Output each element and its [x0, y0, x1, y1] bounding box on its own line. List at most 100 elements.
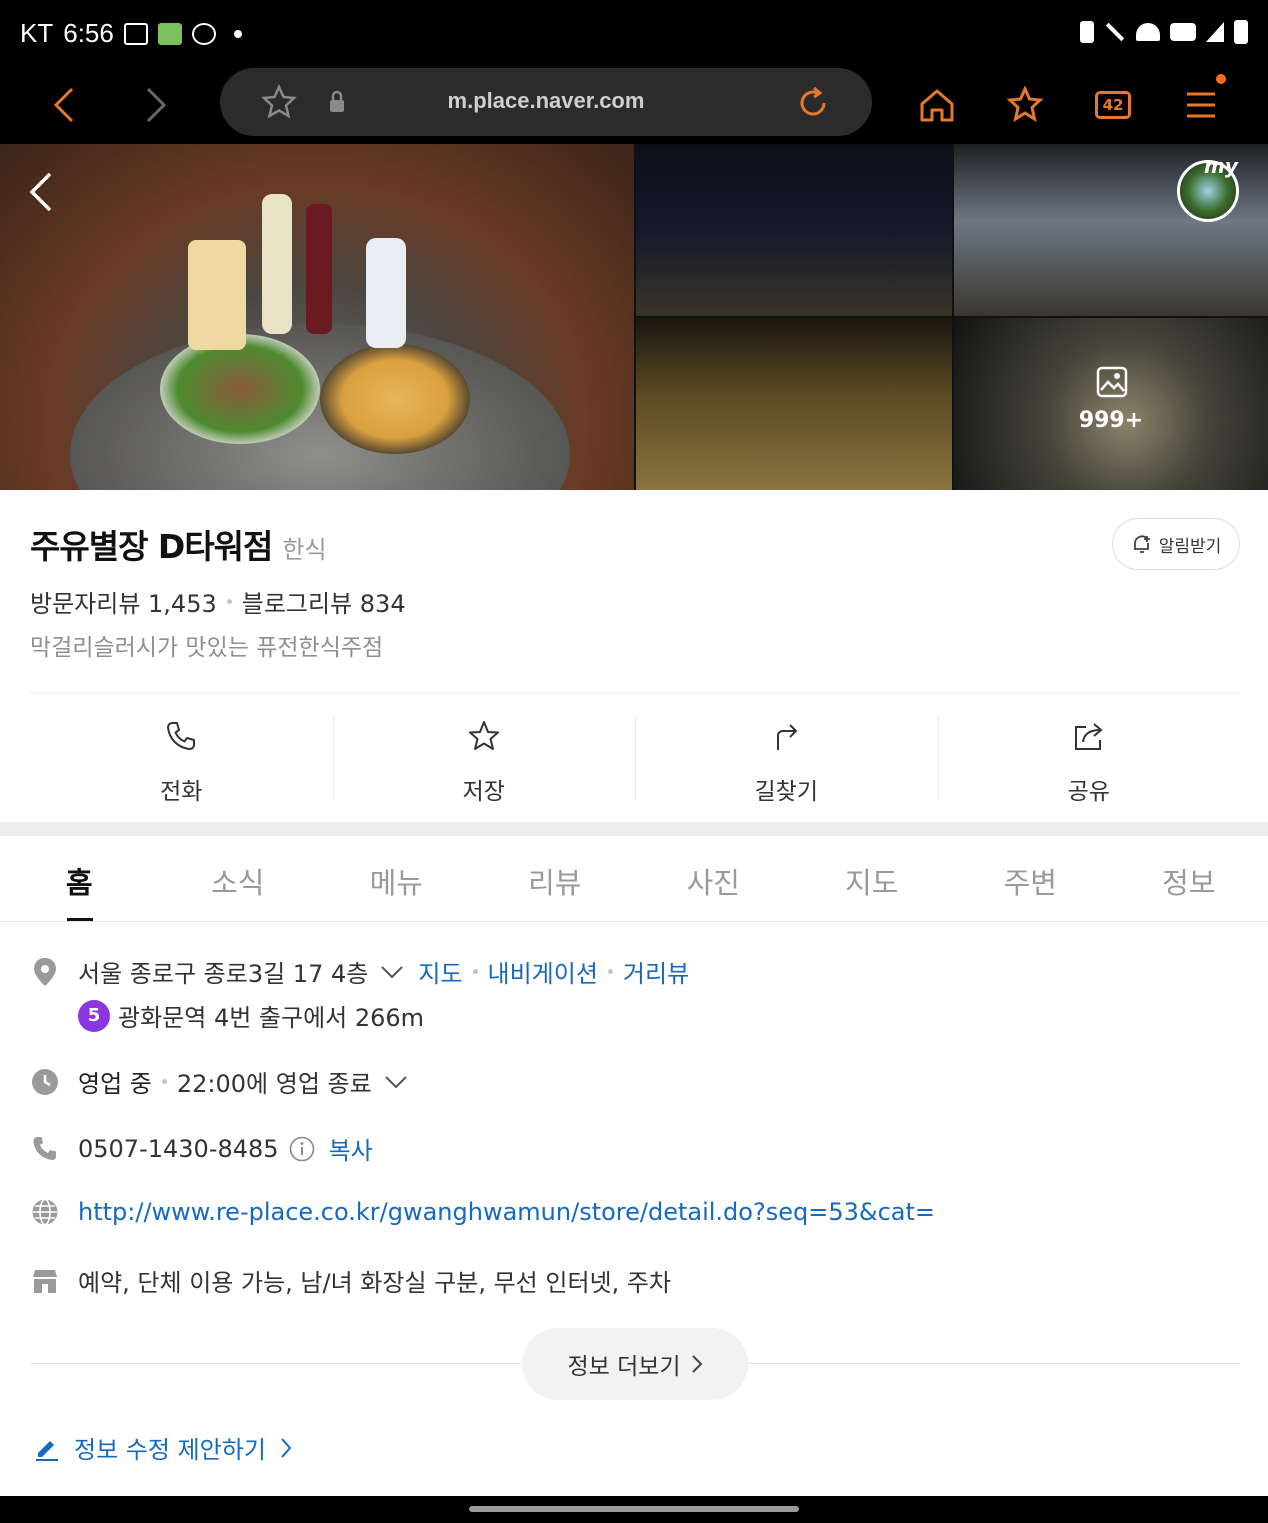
more-notifications-icon	[233, 29, 242, 38]
signal-icon	[1206, 22, 1224, 42]
alarm-button[interactable]: 알림받기	[1112, 518, 1240, 570]
bottle	[366, 238, 406, 348]
copy-button[interactable]: 복사	[329, 1131, 373, 1166]
tab-home[interactable]: 홈	[0, 836, 159, 921]
globe-icon	[30, 1197, 60, 1227]
navigation-link[interactable]: 내비게이션	[488, 954, 598, 989]
separator-dot	[161, 1079, 167, 1084]
tabs-icon: 42	[1095, 91, 1131, 119]
separator-dot	[472, 969, 478, 974]
home-icon	[920, 89, 954, 122]
reload-icon[interactable]	[794, 84, 832, 122]
subway-line-badge: 5	[78, 999, 110, 1032]
chevron-down-icon[interactable]	[384, 1074, 408, 1090]
phone-icon	[30, 1134, 60, 1164]
tab-bar: 홈 소식 메뉴 리뷰 사진 지도 주변 정보	[0, 836, 1268, 922]
phone-number: 0507-1430-8485	[78, 1134, 279, 1163]
menu-button[interactable]	[1176, 74, 1226, 130]
map-link[interactable]: 지도	[418, 954, 462, 989]
suggest-edit-label: 정보 수정 제안하기	[74, 1436, 266, 1464]
pancake-plate	[320, 344, 470, 454]
tab-nearby[interactable]: 주변	[951, 836, 1110, 921]
my-badge: my	[1204, 154, 1238, 178]
action-label: 저장	[462, 779, 505, 805]
phone-icon	[167, 722, 196, 750]
subway-text: 광화문역 4번 출구에서 266m	[118, 1004, 425, 1032]
more-info-label: 정보 더보기	[567, 1354, 681, 1380]
url-text: m.place.naver.com	[447, 88, 645, 113]
clock: 6:56	[63, 18, 114, 48]
address-text: 서울 종로구 종로3길 17 4층	[78, 960, 369, 988]
chevron-right-icon	[281, 1437, 292, 1458]
amenities-row: 예약, 단체 이용 가능, 남/녀 화장실 구분, 무선 인터넷, 주차	[30, 1263, 671, 1298]
update-dot-icon	[1216, 74, 1226, 84]
star-icon	[468, 721, 499, 750]
info-circle-icon[interactable]	[289, 1136, 315, 1162]
visitor-reviews-link[interactable]: 방문자리뷰 1,453	[30, 584, 217, 619]
suggest-edit-link[interactable]: 정보 수정 제안하기	[34, 1430, 292, 1465]
action-label: 길찾기	[754, 779, 818, 805]
back-button[interactable]	[40, 80, 90, 130]
tab-review[interactable]: 리뷰	[476, 836, 635, 921]
jug	[188, 240, 246, 350]
hours-status: 영업 중	[78, 1070, 152, 1098]
alarm-label: 알림받기	[1158, 536, 1222, 557]
tab-news[interactable]: 소식	[159, 836, 318, 921]
tab-photo[interactable]: 사진	[634, 836, 793, 921]
amenities-text: 예약, 단체 이용 가능, 남/녀 화장실 구분, 무선 인터넷, 주차	[78, 1269, 672, 1297]
action-bar: 전화 저장 길찾기 공유	[30, 716, 1241, 805]
chevron-down-icon[interactable]	[380, 964, 404, 980]
carrier-label: KT	[20, 18, 54, 48]
separator-dot	[226, 599, 232, 604]
divider	[30, 692, 1240, 693]
forward-button[interactable]	[130, 80, 180, 130]
home-button[interactable]	[912, 80, 962, 130]
more-info-button[interactable]: 정보 더보기	[522, 1328, 748, 1400]
gallery-photo[interactable]	[636, 144, 952, 316]
call-button[interactable]: 전화	[30, 716, 333, 805]
gallery-photo-more[interactable]: 999+	[954, 318, 1268, 490]
street-view-link[interactable]: 거리뷰	[623, 954, 689, 989]
bottle	[306, 204, 332, 334]
phone-row: 0507-1430-8485 복사	[30, 1131, 373, 1166]
pencil-icon	[36, 1440, 58, 1461]
system-nav-bar	[0, 1496, 1268, 1523]
website-row: http://www.re-place.co.kr/gwanghwamun/st…	[30, 1197, 935, 1227]
chevron-right-icon	[691, 1355, 702, 1373]
tab-map[interactable]: 지도	[793, 836, 952, 921]
address-bar[interactable]: m.place.naver.com	[220, 68, 872, 136]
home-indicator[interactable]	[469, 1506, 799, 1512]
wifi-icon	[1136, 23, 1160, 41]
food-plate	[160, 334, 320, 444]
status-bar: KT 6:56	[0, 0, 1268, 68]
review-counts: 방문자리뷰 1,453 블로그리뷰 834	[30, 584, 406, 619]
address-row: 서울 종로구 종로3길 17 4층 지도 내비게이션 거리뷰	[30, 954, 689, 989]
place-category: 한식	[282, 536, 327, 564]
blog-reviews-link[interactable]: 블로그리뷰 834	[242, 584, 406, 619]
photo-gallery: 999+	[0, 144, 1268, 490]
website-link[interactable]: http://www.re-place.co.kr/gwanghwamun/st…	[78, 1198, 935, 1226]
chevron-left-icon	[53, 87, 74, 123]
directions-button[interactable]: 길찾기	[635, 716, 938, 805]
action-label: 공유	[1067, 779, 1110, 805]
clock-icon	[30, 1067, 60, 1097]
tab-info[interactable]: 정보	[1110, 836, 1268, 921]
gallery-back-icon[interactable]	[26, 170, 56, 214]
bookmarks-button[interactable]	[1000, 80, 1050, 130]
gallery-photo[interactable]	[636, 318, 952, 490]
app-notification-icon	[157, 22, 182, 45]
tab-menu[interactable]: 메뉴	[317, 836, 476, 921]
directions-icon	[777, 724, 798, 750]
share-button[interactable]: 공유	[937, 716, 1241, 805]
bottle	[262, 194, 292, 334]
place-name: 주유별장 D타워점	[30, 527, 273, 566]
battery-icon	[1234, 20, 1248, 44]
v-notification-icon	[191, 22, 216, 45]
save-button[interactable]: 저장	[332, 716, 636, 805]
store-icon	[30, 1266, 60, 1296]
subway-info: 5 광화문역 4번 출구에서 266m	[78, 998, 424, 1033]
main-photo[interactable]	[0, 144, 634, 490]
photo-dim-overlay	[954, 318, 1268, 490]
tabs-button[interactable]: 42	[1088, 80, 1138, 130]
place-description: 막걸리슬러시가 맛있는 퓨전한식주점	[30, 635, 384, 661]
